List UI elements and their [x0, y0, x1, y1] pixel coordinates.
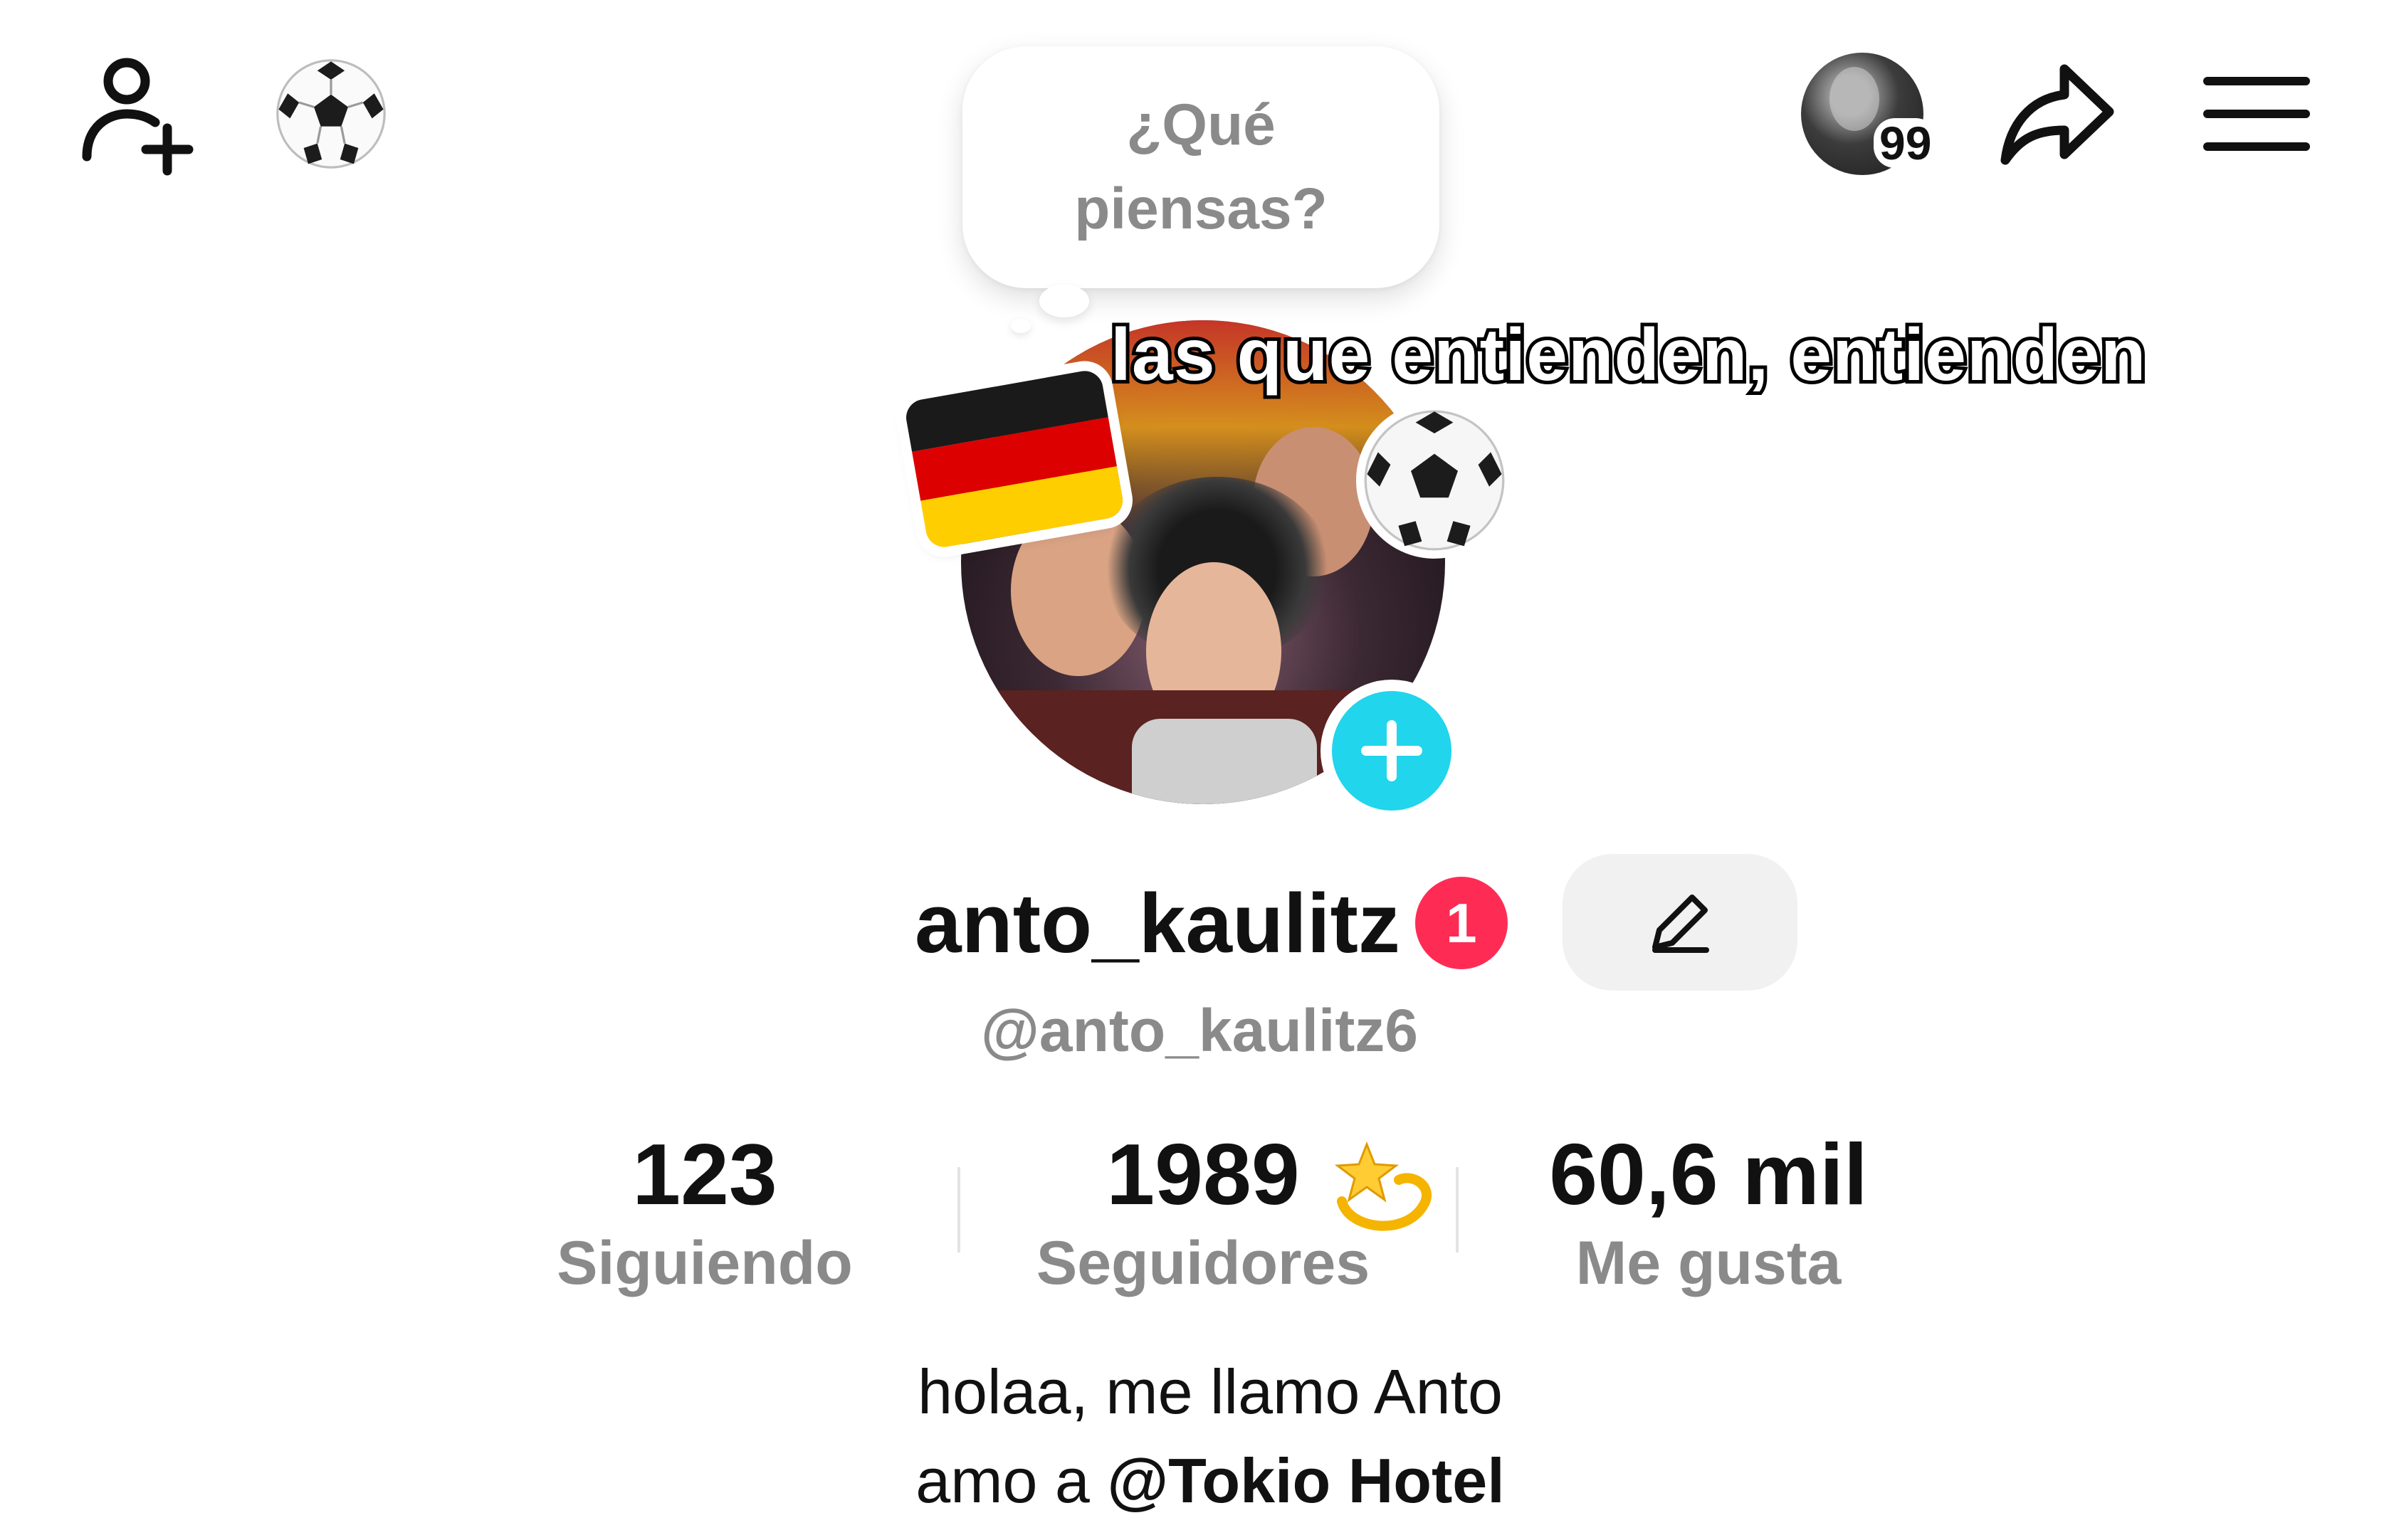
notification-badge[interactable]: 1: [1415, 877, 1508, 969]
profile-overlay-text: las que entienden, entienden: [1107, 310, 2149, 400]
username: anto_kaulitz: [915, 877, 1400, 971]
bio-text: amo a: [915, 1445, 1108, 1516]
add-friend-button[interactable]: [71, 50, 199, 178]
menu-button[interactable]: [2193, 50, 2321, 178]
thought-bubble[interactable]: ¿Qué piensas?: [962, 46, 1439, 288]
following-stat[interactable]: 123 Siguiendo: [541, 1124, 868, 1302]
story-count-badge: 99: [1874, 118, 1938, 168]
bio-line-1: holaa, me llamo Anto: [918, 1356, 1503, 1427]
soccer-ball-graphic-large: [1356, 402, 1513, 559]
thought-bubble-text: ¿Qué piensas?: [1074, 93, 1328, 241]
following-count: 123: [632, 1126, 777, 1223]
user-handle: @anto_kaulitz6: [980, 997, 1419, 1064]
plus-icon: [1361, 720, 1422, 781]
friends-stories-button[interactable]: 99: [1795, 50, 1966, 178]
bubble-tail-large: [1039, 285, 1089, 317]
stat-divider: [1456, 1167, 1459, 1252]
add-person-icon: [82, 58, 194, 176]
share-button[interactable]: [1993, 50, 2121, 178]
stat-divider: [957, 1167, 960, 1252]
likes-label: Me gusta: [1575, 1229, 1842, 1297]
soccer-ball-sticker: [1356, 402, 1513, 559]
share-arrow-icon: [2000, 64, 2114, 165]
soccer-ball-icon[interactable]: [271, 53, 392, 174]
add-story-button[interactable]: [1320, 680, 1463, 822]
dizzy-star-icon: [1328, 1130, 1434, 1237]
soccer-ball-graphic: [276, 59, 386, 169]
hamburger-menu-icon: [2203, 77, 2310, 151]
bio-line-2: amo a @Tokio Hotel: [712, 1445, 1708, 1517]
bio-mention-link[interactable]: @Tokio Hotel: [1107, 1445, 1504, 1516]
following-label: Siguiendo: [557, 1229, 853, 1297]
edit-profile-button[interactable]: [1563, 854, 1797, 991]
likes-count: 60,6 mil: [1549, 1126, 1868, 1223]
pencil-icon: [1652, 895, 1709, 953]
likes-stat[interactable]: 60,6 mil Me gusta: [1523, 1124, 1894, 1302]
